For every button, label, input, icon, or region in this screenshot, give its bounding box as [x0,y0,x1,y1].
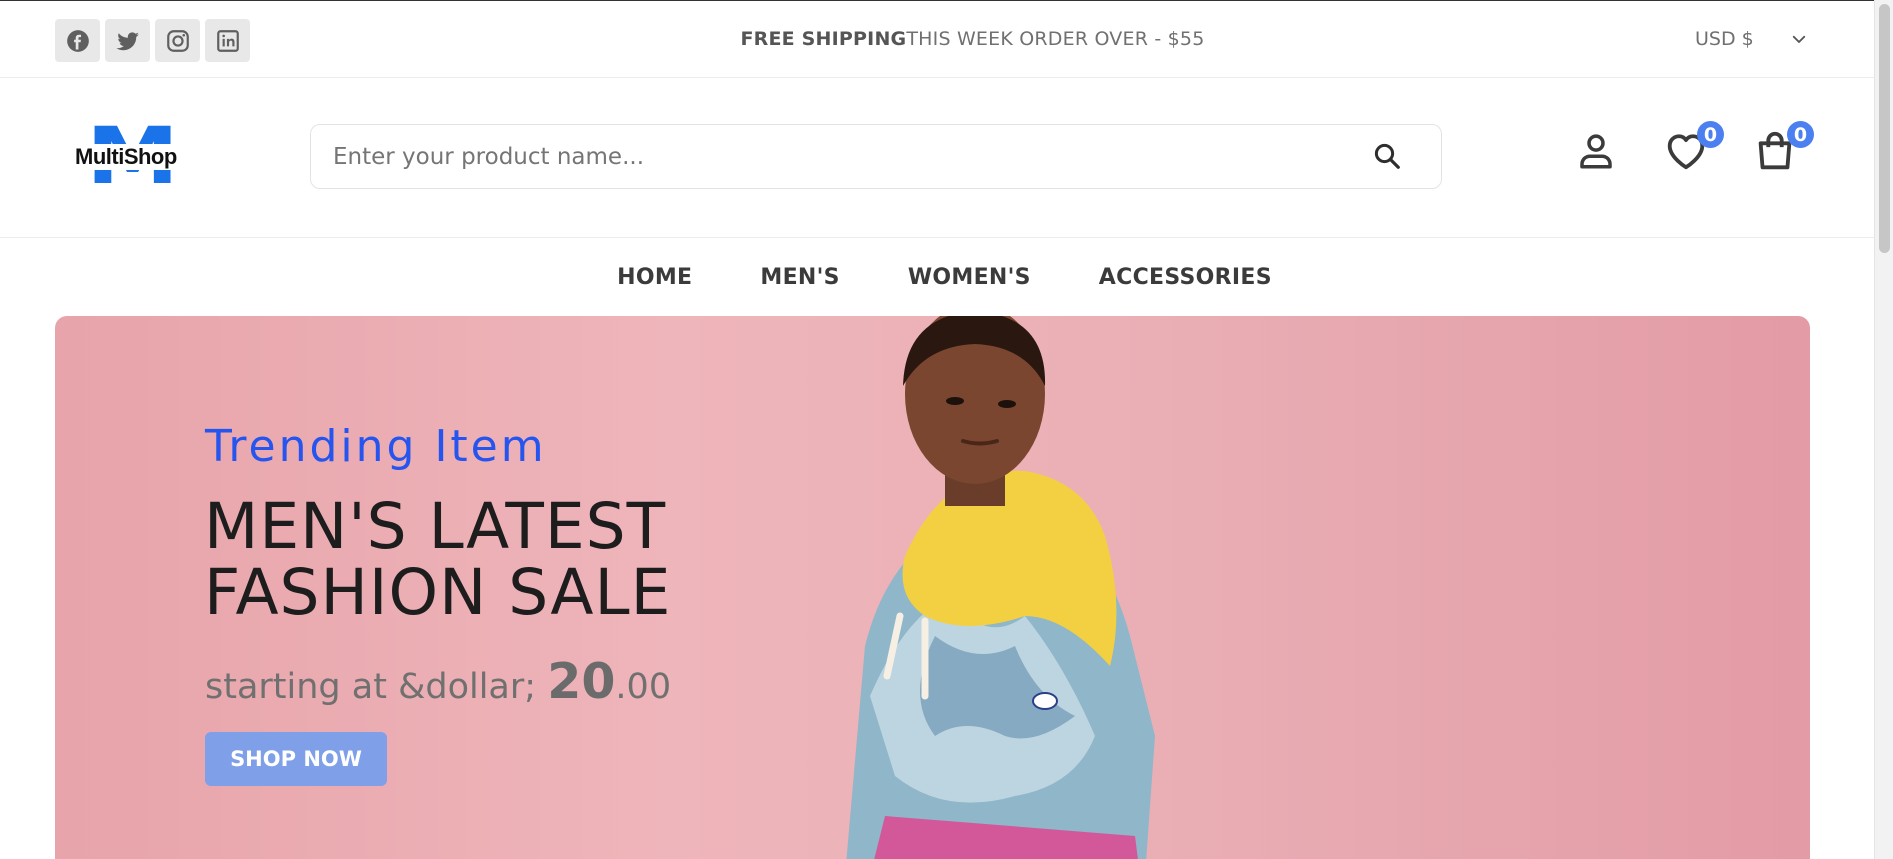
wishlist-count-badge: 0 [1697,121,1724,148]
currency-label: USD $ [1695,28,1754,50]
site-logo[interactable]: M MultiShop [74,118,179,196]
price-cents: .00 [615,667,672,707]
search-button[interactable] [1370,139,1404,173]
announcement-text: THIS WEEK ORDER OVER - $55 [906,28,1205,50]
user-icon [1580,134,1612,169]
nav-item-accessories[interactable]: ACCESSORIES [1099,265,1272,316]
shipping-announcement: FREE SHIPPINGTHIS WEEK ORDER OVER - $55 [0,28,1893,50]
shop-now-button[interactable]: SHOP NOW [205,732,387,786]
logo-text: MultiShop [74,144,178,170]
hero-price: starting at &dollar; 20.00 [205,653,671,710]
nav-item-womens[interactable]: WOMEN'S [908,265,1031,316]
site-header: M MultiShop 0 0 [0,78,1874,238]
top-bar: FREE SHIPPINGTHIS WEEK ORDER OVER - $55 … [0,0,1874,78]
search-input[interactable] [333,125,1333,188]
scrollbar-thumb[interactable] [1879,4,1890,253]
cart-count-badge: 0 [1787,121,1814,148]
search-icon [1374,143,1400,169]
hero-subtitle: Trending Item [205,421,547,472]
hero-title: MEN'S LATEST FASHION SALE [204,490,672,629]
main-navigation: HOME MEN'S WOMEN'S ACCESSORIES [0,238,1874,316]
currency-selector[interactable]: USD $ [1695,28,1808,50]
price-whole: 20 [547,653,616,710]
account-button[interactable] [1571,126,1621,176]
hero-banner: Trending Item MEN'S LATEST FASHION SALE … [55,316,1810,859]
announcement-bold: FREE SHIPPING [740,28,907,50]
nav-item-mens[interactable]: MEN'S [760,265,839,316]
nav-item-home[interactable]: HOME [617,265,692,316]
page-scrollbar[interactable] [1874,0,1893,859]
search-bar [310,124,1442,189]
hero-model-image [846,316,1155,859]
price-prefix: starting at &dollar; [205,667,537,707]
chevron-down-icon [1792,35,1805,43]
